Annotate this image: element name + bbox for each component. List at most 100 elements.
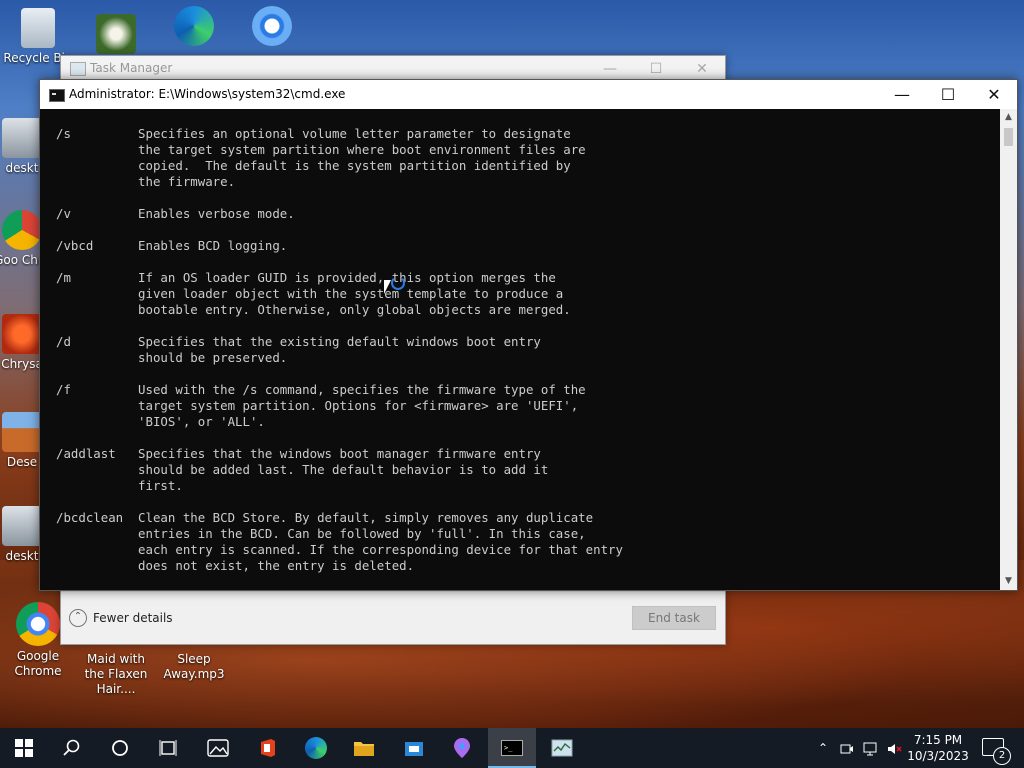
desert-photo-icon xyxy=(2,412,42,452)
mouse-pointer-icon xyxy=(384,280,391,294)
flower-photo-icon xyxy=(2,314,42,354)
tray-meet-now[interactable] xyxy=(838,728,856,768)
chrome-icon xyxy=(2,210,42,250)
chrome-icon xyxy=(16,602,60,646)
clock-time: 7:15 PM xyxy=(913,733,963,747)
taskbar-photos[interactable] xyxy=(194,728,242,768)
edge-icon xyxy=(174,6,214,46)
vertical-scrollbar[interactable]: ▲ ▼ xyxy=(1000,109,1017,590)
console-line: bootable entry. Otherwise, only global o… xyxy=(56,302,571,317)
maximize-button[interactable]: ☐ xyxy=(925,80,971,109)
taskbar: >_ ⌃ 7:15 PM 10/3/2023 2 xyxy=(0,728,1024,768)
cortana-button[interactable] xyxy=(96,728,144,768)
console-line: /vbcd Enables BCD logging. xyxy=(56,238,288,253)
cmd-icon: >_ xyxy=(501,740,523,756)
chevron-up-icon: ⌃ xyxy=(817,741,829,755)
close-button[interactable]: ✕ xyxy=(971,80,1017,109)
network-icon xyxy=(863,742,877,755)
cmd-icon xyxy=(49,89,65,102)
file-icon xyxy=(2,118,42,158)
console-line: /s Specifies an optional volume letter p… xyxy=(56,126,571,141)
task-view-button[interactable] xyxy=(144,728,192,768)
window-title: Task Manager xyxy=(90,61,173,75)
cortana-circle-icon xyxy=(112,740,128,756)
notification-count-badge: 2 xyxy=(993,747,1011,765)
desktop-icon-label: deskt xyxy=(5,161,39,175)
desktop-icon-maid-mp3[interactable]: Maid with the Flaxen Hair.... xyxy=(80,652,152,697)
desktop-icon-chrome-shortcut[interactable] xyxy=(236,6,308,49)
edge-icon xyxy=(305,737,327,759)
console-line: the firmware. xyxy=(56,174,236,189)
taskbar-store[interactable] xyxy=(390,728,438,768)
console-line: /f Used with the /s command, specifies t… xyxy=(56,382,586,397)
desktop-icon-photo[interactable] xyxy=(80,14,152,57)
start-button[interactable] xyxy=(0,728,48,768)
console-line: entries in the BCD. Can be followed by '… xyxy=(56,526,586,541)
task-manager-footer: ⌃ Fewer details End task xyxy=(61,591,725,644)
scroll-down-arrow-icon[interactable]: ▼ xyxy=(1000,573,1017,590)
console-output[interactable]: /s Specifies an optional volume letter p… xyxy=(40,109,1000,590)
scroll-up-arrow-icon[interactable]: ▲ xyxy=(1000,109,1017,126)
busy-spinner-icon xyxy=(391,276,405,290)
desktop-icon-label: Google Chrome xyxy=(14,649,62,678)
window-title: Administrator: E:\Windows\system32\cmd.e… xyxy=(69,87,346,101)
end-task-button[interactable]: End task xyxy=(632,606,716,630)
chrome-icon xyxy=(252,6,292,46)
cmd-titlebar[interactable]: Administrator: E:\Windows\system32\cmd.e… xyxy=(40,80,1017,109)
desktop-icon-edge[interactable] xyxy=(158,6,230,49)
fewer-details-label: Fewer details xyxy=(93,611,173,625)
console-line: /addlast Specifies that the windows boot… xyxy=(56,446,541,461)
desktop-icon-sleep-away-mp3[interactable]: Sleep Away.mp3 xyxy=(158,652,230,682)
console-line: copied. The default is the system partit… xyxy=(56,158,571,173)
cmd-window[interactable]: Administrator: E:\Windows\system32\cmd.e… xyxy=(39,79,1018,591)
show-hidden-icons-button[interactable]: ⌃ xyxy=(814,728,832,768)
desktop-icon-label: Dese xyxy=(6,455,38,469)
desktop-icon-label: Sleep Away.mp3 xyxy=(163,652,225,681)
console-line: should be preserved. xyxy=(56,350,288,365)
search-icon xyxy=(63,739,80,756)
search-button[interactable] xyxy=(48,728,96,768)
desktop-icon-label: Maid with the Flaxen Hair.... xyxy=(84,652,148,696)
console-line: each entry is scanned. If the correspond… xyxy=(56,542,623,557)
store-icon xyxy=(405,742,423,756)
office-icon xyxy=(261,739,275,757)
camera-icon xyxy=(840,744,853,753)
desktop-icon-label: deskt xyxy=(5,549,39,563)
photos-app-icon xyxy=(207,739,229,757)
console-line: /d Specifies that the existing default w… xyxy=(56,334,541,349)
minimize-button[interactable]: — xyxy=(879,80,925,109)
console-line: should be added last. The default behavi… xyxy=(56,462,549,477)
console-line: /bcdclean Clean the BCD Store. By defaul… xyxy=(56,510,594,525)
taskbar-cmd[interactable]: >_ xyxy=(488,728,536,768)
taskbar-task-manager[interactable] xyxy=(538,728,586,768)
console-line: target system partition. Options for <fi… xyxy=(56,398,579,413)
taskbar-clock[interactable]: 7:15 PM 10/3/2023 xyxy=(900,732,976,764)
maps-pin-icon xyxy=(454,738,470,758)
console-line: does not exist, the entry is deleted. xyxy=(56,558,415,573)
taskbar-file-explorer[interactable] xyxy=(340,728,388,768)
fewer-details-button[interactable]: ⌃ Fewer details xyxy=(69,609,173,627)
console-line: first. xyxy=(56,478,183,493)
console-line: /v Enables verbose mode. xyxy=(56,206,295,221)
console-line: given loader object with the system temp… xyxy=(56,286,564,301)
console-line: /m If an OS loader GUID is provided, thi… xyxy=(56,270,556,285)
taskbar-office[interactable] xyxy=(244,728,292,768)
chevron-up-icon: ⌃ xyxy=(69,609,87,627)
recycle-bin-icon xyxy=(21,8,55,48)
desktop-icon-label: Chrysa xyxy=(1,357,43,371)
clock-date: 10/3/2023 xyxy=(907,749,969,763)
taskbar-edge[interactable] xyxy=(292,728,340,768)
taskbar-maps[interactable] xyxy=(438,728,486,768)
tray-network[interactable] xyxy=(862,728,880,768)
action-center-button[interactable]: 2 xyxy=(982,738,1011,765)
task-manager-icon xyxy=(70,62,86,76)
flower-photo-icon xyxy=(96,14,136,54)
svg-text:>_: >_ xyxy=(504,744,513,752)
task-manager-icon xyxy=(551,739,573,757)
folder-icon xyxy=(354,742,374,756)
scrollbar-thumb[interactable] xyxy=(1004,128,1013,146)
console-line: 'BIOS', or 'ALL'. xyxy=(56,414,265,429)
console-line: the target system partition where boot e… xyxy=(56,142,586,157)
windows-logo-icon xyxy=(15,739,33,757)
file-icon xyxy=(2,506,42,546)
